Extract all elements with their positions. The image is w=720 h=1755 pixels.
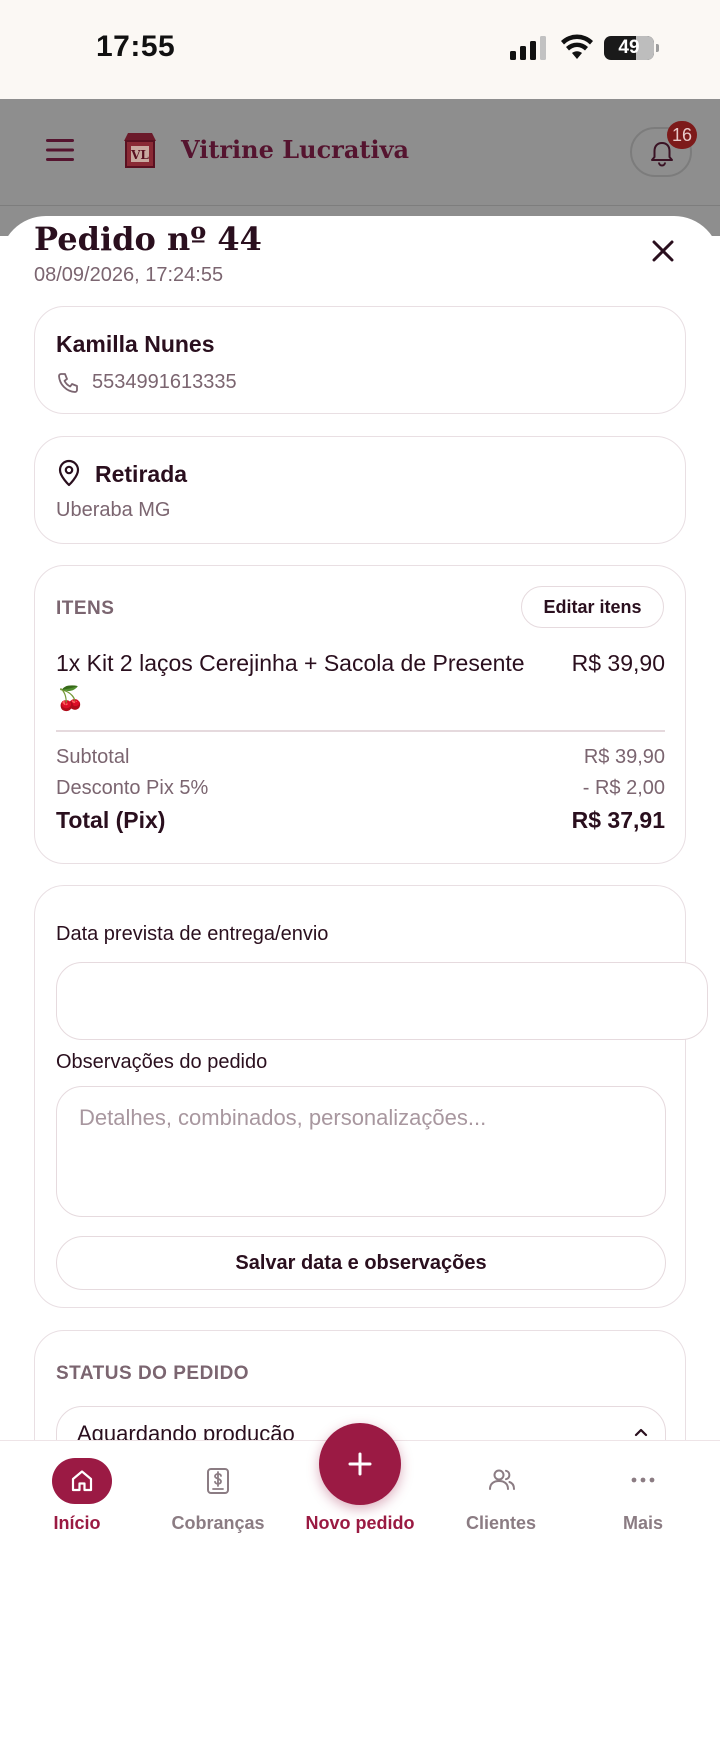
tab-mais[interactable]: Mais (571, 1441, 715, 1537)
save-date-notes-button[interactable]: Salvar data e observações (56, 1236, 666, 1290)
more-icon (631, 1477, 655, 1483)
battery-icon: 49 (604, 36, 654, 60)
active-tab-pill (52, 1458, 112, 1504)
items-section-label: ITENS (56, 598, 115, 619)
item-price: R$ 39,90 (571, 650, 665, 676)
customer-card: Kamilla Nunes 5534991613335 (34, 306, 686, 414)
delivery-date-input[interactable] (56, 962, 708, 1040)
total-label: Total (Pix) (56, 807, 166, 833)
delivery-date-label: Data prevista de entrega/envio (56, 923, 329, 945)
delivery-card: Retirada Uberaba MG (34, 436, 686, 544)
new-order-fab[interactable] (319, 1423, 401, 1505)
total-row: Total (Pix) R$ 37,91 (56, 807, 665, 834)
status-bar: 17:55 49 (0, 0, 720, 99)
order-status-value: Aguardando produção (77, 1421, 295, 1440)
items-card: ITENS Editar itens 1x Kit 2 laços Cereji… (34, 565, 686, 864)
subtotal-value: R$ 39,90 (583, 746, 665, 768)
status-section-label: STATUS DO PEDIDO (56, 1363, 250, 1384)
users-icon (489, 1469, 515, 1490)
tab-inicio[interactable]: Início (5, 1441, 149, 1537)
delivery-city: Uberaba MG (56, 499, 171, 521)
order-detail-sheet: Pedido nº 44 08/09/2026, 17:24:55 Kamill… (0, 216, 720, 1440)
status-time: 17:55 (96, 30, 176, 63)
tab-clientes[interactable]: Clientes (429, 1441, 573, 1537)
battery-level: 49 (618, 37, 640, 58)
items-divider (56, 730, 665, 732)
phone-icon (58, 373, 78, 393)
discount-value: - R$ 2,00 (582, 777, 665, 799)
close-icon[interactable] (646, 234, 680, 268)
discount-label: Desconto Pix 5% (56, 777, 209, 799)
notes-card: Data prevista de entrega/envio Observaçõ… (34, 885, 708, 1308)
order-notes-textarea[interactable] (56, 1086, 666, 1217)
subtotal-row: Subtotal R$ 39,90 (56, 746, 665, 769)
order-datetime: 08/09/2026, 17:24:55 (34, 264, 224, 286)
wifi-icon (561, 34, 593, 59)
order-title: Pedido nº 44 (34, 220, 262, 258)
item-name: 1x Kit 2 laços Cerejinha + Sacola de Pre… (56, 650, 525, 711)
chevron-up-down-icon (634, 1428, 648, 1437)
total-value: R$ 37,91 (571, 807, 665, 833)
brand-name: Vitrine Lucrativa (181, 135, 410, 164)
delivery-method: Retirada (95, 461, 188, 487)
tab-label-clientes: Clientes (465, 1513, 537, 1533)
customer-name: Kamilla Nunes (56, 331, 215, 357)
app-header: VL Vitrine Lucrativa 16 (0, 99, 720, 206)
cellular-signal-icon (510, 36, 546, 60)
edit-items-button[interactable]: Editar itens (521, 586, 664, 628)
home-icon (71, 1470, 93, 1492)
brand-logo-icon: VL (124, 133, 156, 168)
tab-label-cobrancas: Cobranças (171, 1513, 265, 1533)
battery-cap (656, 44, 659, 52)
discount-row: Desconto Pix 5% - R$ 2,00 (56, 777, 665, 800)
tab-label-novo-pedido: Novo pedido (305, 1513, 415, 1533)
notification-count-badge: 16 (667, 121, 698, 149)
dollar-doc-icon (207, 1468, 229, 1494)
customer-phone[interactable]: 5534991613335 (92, 371, 237, 394)
order-notes-label: Observações do pedido (56, 1051, 268, 1073)
tab-label-mais: Mais (622, 1513, 664, 1533)
brand-logo-monogram: VL (130, 148, 149, 162)
map-pin-icon (58, 459, 80, 487)
hamburger-menu-icon[interactable] (46, 138, 74, 162)
tab-cobrancas[interactable]: Cobranças (146, 1441, 290, 1537)
plus-icon (348, 1452, 372, 1476)
tab-label-inicio: Início (53, 1513, 101, 1533)
subtotal-label: Subtotal (56, 746, 130, 768)
